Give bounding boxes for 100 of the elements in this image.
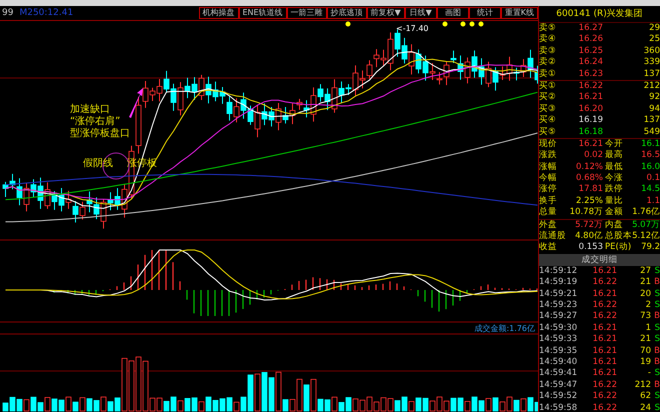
stat-value: 1.76亿 xyxy=(631,207,660,219)
tick-volume: 24 xyxy=(639,402,651,412)
order-price: 16.23 xyxy=(578,68,603,80)
order-volume: 339 xyxy=(642,57,660,69)
stat-value: 5.12亿 xyxy=(631,231,660,242)
order-label: 卖① xyxy=(539,68,557,80)
order-price: 16.21 xyxy=(578,92,603,104)
order-volume: 25 xyxy=(648,34,660,46)
order-volume: 360 xyxy=(642,46,660,58)
order-volume: 94 xyxy=(648,104,660,116)
tick-side: B xyxy=(653,311,660,323)
stat-label: 金额 xyxy=(605,207,624,219)
stat-label: 涨停 xyxy=(539,184,558,196)
order-price: 16.22 xyxy=(578,80,603,92)
tick-price: 16.22 xyxy=(592,300,617,312)
tick-price: 16.22 xyxy=(592,402,617,412)
stat-value: 10.78万 xyxy=(569,207,603,219)
tick-price: 16.21 xyxy=(592,288,617,300)
order-price: 16.26 xyxy=(578,34,603,46)
order-label: 卖③ xyxy=(539,46,557,57)
tick-volume: 21 xyxy=(639,277,651,289)
order-price: 16.18 xyxy=(578,126,603,138)
order-label: 买① xyxy=(539,80,557,92)
order-label: 买② xyxy=(539,92,557,104)
stat-value: 16.21 xyxy=(578,138,603,150)
trade-details-header[interactable]: 成交明细 xyxy=(539,254,660,266)
toolbar-button[interactable]: 抄底逃顶 xyxy=(326,7,367,19)
stat-label: 量比 xyxy=(605,196,624,207)
toolbar-button[interactable]: 一箭三雕 xyxy=(286,7,327,19)
ma-value: M250:12.41 xyxy=(19,8,74,18)
order-label: 买④ xyxy=(539,115,557,127)
tick-time: 14:59:47 xyxy=(539,380,578,392)
tick-price: 16.21 xyxy=(592,334,617,346)
stat-label: 外盘 xyxy=(539,220,558,230)
order-volume: 137 xyxy=(642,115,660,127)
stat-label: 换手 xyxy=(539,196,558,207)
peak-price-label: <-17.40 xyxy=(396,24,428,33)
order-label: 买⑤ xyxy=(539,126,557,138)
stat-label: 内盘 xyxy=(605,220,624,231)
tick-volume: 1 xyxy=(644,322,651,334)
stat-label: 流通股 xyxy=(539,231,567,242)
stat-label: PE(动) xyxy=(605,242,631,254)
stat-label: 涨幅 xyxy=(539,162,558,173)
order-price: 16.27 xyxy=(578,23,603,34)
tick-volume: 73 xyxy=(639,311,651,323)
stat-label: 最高 xyxy=(605,150,624,162)
stat-label: 收益 xyxy=(539,242,558,254)
order-label: 卖② xyxy=(539,57,557,69)
tick-volume: 212 xyxy=(634,380,651,392)
tick-side: S xyxy=(654,334,660,346)
tick-side: S xyxy=(654,402,660,412)
toolbar-button[interactable]: 日线▼ xyxy=(404,7,437,19)
tick-volume: 20 xyxy=(639,288,651,300)
chart-annotation: “涨停右肩” xyxy=(70,116,120,127)
tick-side: B xyxy=(653,346,660,357)
stat-value: 2.25% xyxy=(574,196,603,208)
tick-price: 16.21 xyxy=(592,356,617,368)
tick-time: 14:59:23 xyxy=(539,300,578,312)
tick-side: B xyxy=(653,380,660,392)
toolbar-button[interactable]: ENE轨道线 xyxy=(238,7,287,19)
tick-time: 14:59:58 xyxy=(539,402,578,412)
stat-value: 16.5 xyxy=(640,150,660,162)
tick-time: 14:59:12 xyxy=(539,266,578,278)
stat-label: 今涨 xyxy=(605,173,624,184)
tick-time: 14:59:52 xyxy=(539,391,578,402)
tick-time: 14:59:35 xyxy=(539,346,578,357)
chart-annotation: 型涨停板盘口 xyxy=(70,128,130,139)
order-label: 卖④ xyxy=(539,34,557,46)
tick-side: S xyxy=(654,288,660,300)
order-volume: 92 xyxy=(648,92,660,104)
stat-value: 5.72万 xyxy=(574,220,603,231)
stat-label: 今幅 xyxy=(539,173,558,184)
stat-value: 0.153 xyxy=(578,242,603,254)
toolbar-button[interactable]: 画图 xyxy=(436,7,469,19)
tick-volume: 70 xyxy=(639,346,651,357)
tick-time: 14:59:21 xyxy=(539,288,578,300)
stat-label: 涨跌 xyxy=(539,150,558,162)
toolbar-button[interactable]: 统计 xyxy=(468,7,501,19)
tick-volume: 62 xyxy=(639,391,651,402)
stat-label: 总股本 xyxy=(605,231,631,242)
tick-side: S xyxy=(654,266,660,278)
toolbar-button[interactable]: 重置K线 xyxy=(500,7,538,19)
stat-label: 今开 xyxy=(605,138,624,150)
toolbar-button[interactable]: 前复权▼ xyxy=(366,7,405,19)
tick-volume: 2 xyxy=(644,300,651,312)
tick-side: B xyxy=(653,277,660,289)
tick-side: S xyxy=(654,391,660,402)
stat-value: 0.02 xyxy=(583,150,603,162)
stat-label: 总量 xyxy=(539,207,558,219)
tick-time: 14:59:30 xyxy=(539,322,578,334)
tick-side: B xyxy=(653,356,660,368)
tick-volume: - xyxy=(646,368,651,380)
order-label: 买③ xyxy=(539,104,557,115)
order-volume: 29 xyxy=(648,23,660,34)
tick-side: S xyxy=(654,368,660,380)
arrow-icon xyxy=(129,88,143,118)
order-price: 16.24 xyxy=(578,57,603,69)
stat-value: 79.2 xyxy=(640,242,660,254)
chart-annotation: 加速缺口 xyxy=(70,104,110,115)
toolbar-button[interactable]: 机构操盘 xyxy=(198,7,238,19)
